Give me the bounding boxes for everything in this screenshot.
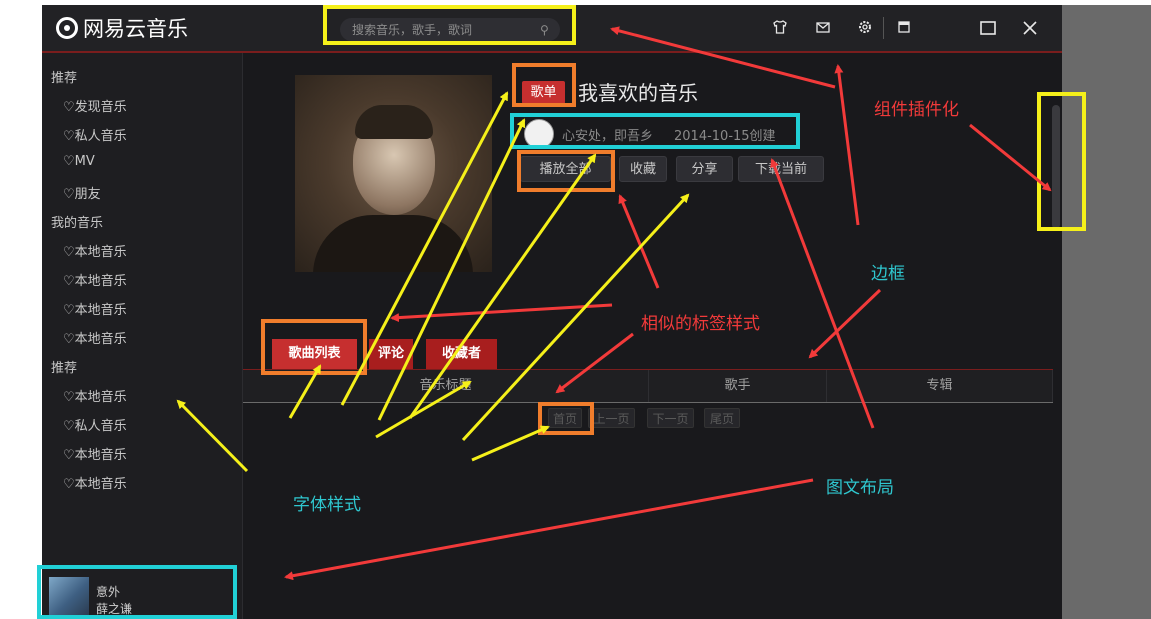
- sidebar-item-private-fm[interactable]: ♡私人音乐: [63, 415, 127, 434]
- pager-prev[interactable]: 上一页: [588, 408, 635, 428]
- cover-figure-body: [313, 215, 473, 272]
- desktop-background: [1062, 5, 1151, 619]
- share-button[interactable]: 分享: [676, 156, 733, 182]
- sidebar-item-local-music[interactable]: ♡本地音乐: [63, 241, 127, 260]
- sidebar-item-friends[interactable]: ♡朋友: [63, 183, 101, 202]
- sidebar-item-local-music[interactable]: ♡本地音乐: [63, 299, 127, 318]
- cover-figure-hair: [355, 105, 433, 139]
- tab-subscribers[interactable]: 收藏者: [426, 339, 497, 369]
- sidebar-item-local-music[interactable]: ♡本地音乐: [63, 328, 127, 347]
- mail-icon[interactable]: [814, 19, 832, 37]
- sidebar-item-mv[interactable]: ♡MV: [63, 154, 95, 169]
- playlist-type-badge: 歌单: [522, 81, 565, 104]
- column-header-album[interactable]: 专辑: [827, 370, 1053, 402]
- play-all-button[interactable]: 播放全部: [520, 156, 611, 182]
- sidebar-item-discover[interactable]: ♡发现音乐: [63, 96, 127, 115]
- annotation-font-style: 字体样式: [293, 495, 361, 515]
- sidebar-section-title: 我的音乐: [51, 216, 104, 231]
- now-playing-cover[interactable]: [49, 577, 89, 617]
- creator-avatar[interactable]: [524, 119, 554, 149]
- collect-button[interactable]: 收藏: [619, 156, 667, 182]
- sidebar-item-local-music[interactable]: ♡本地音乐: [63, 270, 127, 289]
- now-playing-song[interactable]: 意外: [96, 583, 120, 600]
- mini-mode-icon[interactable]: [895, 19, 913, 37]
- sidebar-item-private-fm[interactable]: ♡私人音乐: [63, 125, 127, 144]
- sidebar: 推荐 ♡发现音乐 ♡私人音乐 ♡MV ♡朋友 我的音乐 ♡本地音乐 ♡本地音乐 …: [42, 53, 243, 619]
- scrollbar-thumb[interactable]: [1052, 105, 1060, 229]
- skin-icon[interactable]: [771, 19, 789, 37]
- close-icon[interactable]: [1021, 19, 1039, 37]
- titlebar-divider: [883, 17, 884, 39]
- maximize-icon[interactable]: [979, 19, 997, 37]
- column-header-title[interactable]: 音乐标题: [243, 370, 649, 402]
- title-bar: 网易云音乐 ⚲: [42, 5, 1062, 53]
- netease-music-icon: [56, 17, 78, 39]
- tab-song-list[interactable]: 歌曲列表: [272, 339, 357, 369]
- settings-icon[interactable]: [856, 19, 874, 37]
- search-icon[interactable]: ⚲: [540, 23, 549, 37]
- search-input[interactable]: [350, 21, 538, 38]
- pager-last[interactable]: 尾页: [704, 408, 740, 428]
- now-playing-artist[interactable]: 薛之谦: [96, 600, 132, 617]
- created-date: 2014-10-15创建: [674, 129, 776, 144]
- sidebar-item-local-music[interactable]: ♡本地音乐: [63, 386, 127, 405]
- sidebar-item-local-music[interactable]: ♡本地音乐: [63, 473, 127, 492]
- playlist-title: 我喜欢的音乐: [578, 81, 698, 105]
- search-box[interactable]: ⚲: [340, 18, 560, 41]
- song-table-header: 音乐标题 歌手 专辑: [243, 370, 1053, 402]
- column-header-artist[interactable]: 歌手: [649, 370, 827, 402]
- creator-name[interactable]: 心安处，即吾乡: [562, 125, 653, 144]
- annotation-border: 边框: [871, 264, 905, 284]
- sidebar-section-title: 推荐: [51, 361, 78, 376]
- table-bottom-border: [243, 402, 1053, 403]
- sidebar-section-title: 推荐: [51, 71, 78, 86]
- playlist-detail: 歌单 我喜欢的音乐 心安处，即吾乡 2014-10-15创建 播放全部 收藏 分…: [243, 53, 1062, 619]
- now-playing-bar[interactable]: 意外 薛之谦: [42, 567, 242, 619]
- app-name: 网易云音乐: [83, 17, 188, 41]
- sidebar-item-local-music[interactable]: ♡本地音乐: [63, 444, 127, 463]
- download-button[interactable]: 下载当前: [738, 156, 824, 182]
- tab-comments[interactable]: 评论: [369, 339, 413, 369]
- annotation-component-plugin: 组件插件化: [874, 100, 959, 120]
- annotation-image-text-layout: 图文布局: [826, 478, 894, 498]
- pager-first[interactable]: 首页: [548, 408, 582, 428]
- app-logo[interactable]: 网易云音乐: [56, 15, 188, 41]
- playlist-cover[interactable]: [295, 75, 492, 272]
- pager-next[interactable]: 下一页: [647, 408, 694, 428]
- annotation-similar-tag-style: 相似的标签样式: [641, 314, 760, 334]
